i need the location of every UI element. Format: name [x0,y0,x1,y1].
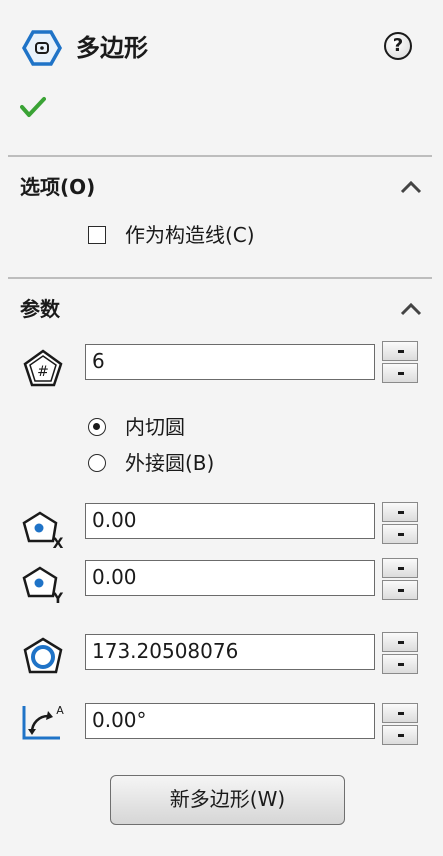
svg-text:#: # [37,364,49,380]
svg-text:X: X [53,536,64,550]
decrement-button[interactable] [382,654,418,674]
svg-text:Y: Y [52,591,64,605]
chevron-up-icon[interactable] [398,178,424,196]
center-x-input[interactable]: 0.00 [85,503,375,539]
increment-button[interactable] [382,703,418,723]
diameter-input[interactable]: 173.20508076 [85,634,375,670]
increment-button[interactable] [382,341,418,361]
sides-input[interactable]: 6 [85,344,375,380]
inscribed-radio[interactable] [88,418,106,436]
angle-stepper[interactable] [382,703,418,745]
increment-button[interactable] [382,558,418,578]
params-section-title: 参数 [20,297,60,321]
increment-button[interactable] [382,502,418,522]
sides-stepper[interactable] [382,341,418,383]
angle-input[interactable]: 0.00° [85,703,375,739]
divider [8,155,432,157]
diameter-stepper[interactable] [382,632,418,674]
decrement-button[interactable] [382,725,418,745]
options-section-title: 选项(O) [20,175,96,199]
angle-icon-letter: A [56,704,64,717]
center-y-stepper[interactable] [382,558,418,600]
page-title: 多边形 [76,34,148,62]
decrement-button[interactable] [382,580,418,600]
ok-checkmark-icon[interactable] [20,96,46,118]
circumscribed-radio[interactable] [88,454,106,472]
center-y-input[interactable]: 0.00 [85,560,375,596]
decrement-button[interactable] [382,363,418,383]
construction-checkbox[interactable] [88,226,106,244]
center-y-icon: Y [22,566,64,605]
center-x-stepper[interactable] [382,502,418,544]
decrement-button[interactable] [382,524,418,544]
divider [8,277,432,279]
center-x-icon: X [22,511,64,550]
chevron-up-icon[interactable] [398,300,424,318]
new-polygon-button[interactable]: 新多边形(W) [110,775,345,825]
circle-diameter-icon [23,637,63,674]
construction-label: 作为构造线(C) [125,223,255,247]
inscribed-label: 内切圆 [125,415,185,439]
angle-icon: A [22,704,64,740]
increment-button[interactable] [382,632,418,652]
circumscribed-label: 外接圆(B) [125,451,215,475]
polygon-icon [22,30,62,66]
polygon-sides-icon: # [23,349,63,387]
help-button[interactable]: ? [384,32,412,60]
